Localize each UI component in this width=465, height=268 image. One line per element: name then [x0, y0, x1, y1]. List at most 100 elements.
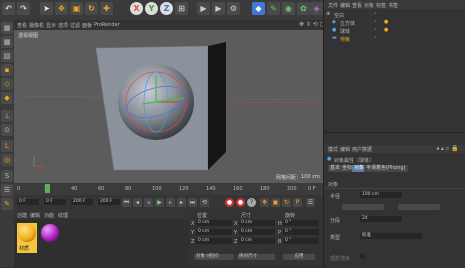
object-menu-edit[interactable]: 编辑	[340, 2, 350, 9]
type-select[interactable]: 标准	[360, 233, 422, 239]
timeline-ruler[interactable]: 020406080100120140160180200 0 F	[14, 183, 323, 195]
attr-menu-edit[interactable]: 编辑	[340, 146, 350, 153]
position-x-field[interactable]: 0 cm	[196, 220, 232, 226]
attr-menu-userdata[interactable]: 用户数据	[352, 146, 372, 153]
workplane-icon[interactable]: L	[1, 140, 13, 152]
select-arrow-icon[interactable]: ➤	[40, 2, 53, 15]
viewport-nav-icons[interactable]: ✥ ⇕ ⟲ ▢	[299, 21, 325, 28]
snap-icon[interactable]: ◎	[1, 154, 13, 166]
material-item-selected[interactable]: 材质	[17, 223, 37, 253]
material-menu-texture[interactable]: 纹理	[58, 212, 68, 219]
y-axis-button[interactable]: Y	[145, 2, 158, 15]
previous-key-icon[interactable]: ◂	[133, 198, 142, 207]
attr-tab-phong[interactable]: 平滑着色(Phong)	[364, 165, 408, 172]
attr-nav-icons[interactable]: ◂ ▴ ⌕ 🔒	[436, 145, 459, 153]
array-icon[interactable]: ✿	[297, 2, 310, 15]
perspective-viewport[interactable]: 透视视图 网格间距： 100 cm	[14, 30, 323, 183]
timeline-playhead[interactable]	[45, 184, 50, 193]
record-icon[interactable]: ●	[225, 198, 234, 207]
keyframe-selection-icon[interactable]: ?	[247, 198, 256, 207]
deformer-icon[interactable]: ◈	[310, 2, 323, 15]
object-menu-tag[interactable]: 标签	[376, 2, 386, 9]
visibility-dots-icon[interactable]: ⁚ ✓	[370, 19, 377, 25]
make-editable-icon[interactable]: ▦	[1, 22, 13, 34]
max-frame-field[interactable]: 200 F	[98, 199, 120, 205]
play-icon[interactable]: ▶	[155, 198, 164, 207]
material-tag-icon[interactable]: ●	[384, 27, 388, 33]
cube-icon[interactable]: ◆	[252, 2, 265, 15]
object-row[interactable]: ⊕ 空白 ⁚ ✓	[326, 11, 462, 19]
previous-frame-icon[interactable]: ◃	[144, 198, 153, 207]
model-mode-icon[interactable]: ▩	[1, 36, 13, 48]
key-parameter-icon[interactable]: P	[293, 198, 302, 207]
recent-tools-icon[interactable]: ✚	[100, 2, 113, 15]
visibility-dots-icon[interactable]: ⁚ ✓	[370, 35, 377, 41]
viewport-menu-options[interactable]: 选项	[58, 22, 68, 29]
key-rotation-icon[interactable]: ↻	[282, 198, 291, 207]
rotate-icon[interactable]: ↻	[85, 2, 98, 15]
viewport-menu-panel[interactable]: 面板	[82, 22, 92, 29]
size-x-field[interactable]: 0 cm	[239, 220, 275, 226]
paint-icon[interactable]: ✎	[1, 198, 13, 210]
key-scale-icon[interactable]: ▣	[271, 198, 280, 207]
attr-button-left[interactable]	[342, 204, 384, 210]
key-position-icon[interactable]: ✥	[260, 198, 269, 207]
autokey-icon[interactable]: ●	[236, 198, 245, 207]
next-key-icon[interactable]: ▸	[177, 198, 186, 207]
material-menu-function[interactable]: 功能	[44, 212, 54, 219]
render-checkbox[interactable]	[360, 254, 365, 259]
go-to-start-icon[interactable]: ⏮	[122, 198, 131, 207]
points-mode-icon[interactable]: ▪	[1, 64, 13, 76]
start-frame-field[interactable]: 0 F	[17, 199, 39, 205]
polygons-mode-icon[interactable]: ◆	[1, 92, 13, 104]
object-menu-object[interactable]: 对象	[364, 2, 374, 9]
x-axis-button[interactable]: X	[130, 2, 143, 15]
rotation-b-field[interactable]: 0 °	[283, 238, 319, 244]
visibility-dots-icon[interactable]: ⁚ ✓	[370, 11, 377, 17]
rotation-p-field[interactable]: 0 °	[283, 229, 319, 235]
viewport-menu-prorender[interactable]: ProRender	[94, 22, 120, 28]
position-z-field[interactable]: 0 cm	[196, 238, 232, 244]
min-frame-field[interactable]: 0 F	[44, 199, 66, 205]
viewport-menu-view[interactable]: 查看	[17, 22, 27, 29]
position-y-field[interactable]: 0 cm	[196, 229, 232, 235]
size-y-field[interactable]: 0 cm	[239, 229, 275, 235]
attr-menu-mode[interactable]: 模式	[328, 146, 338, 153]
redo-icon[interactable]: ↷	[17, 2, 30, 15]
material-tag-icon[interactable]: ●	[384, 19, 388, 25]
timeline-menu-icon[interactable]: ☰	[306, 198, 315, 207]
object-menu-file[interactable]: 文件	[328, 2, 338, 9]
scale-icon[interactable]: ▣	[70, 2, 83, 15]
tweak-mode-icon[interactable]: ⊙	[1, 124, 13, 136]
viewport-menu-cameras[interactable]: 摄像机	[29, 22, 44, 29]
size-z-field[interactable]: 0 cm	[239, 238, 275, 244]
edges-mode-icon[interactable]: ◇	[1, 78, 13, 90]
apply-button[interactable]: 应用	[283, 254, 315, 260]
coordinate-system-icon[interactable]: ⊞	[175, 2, 188, 15]
next-frame-icon[interactable]: ▹	[166, 198, 175, 207]
render-picture-viewer-icon[interactable]: ▶	[212, 2, 225, 15]
axis-mode-icon[interactable]: ⊥	[1, 110, 13, 122]
segments-field[interactable]: 24	[360, 216, 402, 222]
rotation-h-field[interactable]: 0 °	[283, 220, 319, 226]
end-frame-field[interactable]: 200 F	[71, 199, 93, 205]
viewport-menu-filter[interactable]: 过滤	[70, 22, 80, 29]
texture-mode-icon[interactable]: ▧	[1, 50, 13, 62]
object-row[interactable]: ◆ 立方体 ⁚ ✓ ●	[326, 19, 462, 27]
attr-button-right[interactable]	[398, 204, 440, 210]
undo-icon[interactable]: ↶	[2, 2, 15, 15]
subdivision-icon[interactable]: ◉	[282, 2, 295, 15]
object-menu-bookmark[interactable]: 书签	[388, 2, 398, 9]
radius-field[interactable]: 100 cm	[360, 192, 402, 198]
render-view-icon[interactable]: ▶	[197, 2, 210, 15]
object-row[interactable]: ● 球体 ⁚ ✓ ●	[326, 27, 462, 35]
go-to-end-icon[interactable]: ⏭	[188, 198, 197, 207]
material-menu-edit[interactable]: 编辑	[30, 212, 40, 219]
move-icon[interactable]: ✥	[55, 2, 68, 15]
viewport-menu-display[interactable]: 显示	[46, 22, 56, 29]
object-menu-view[interactable]: 查看	[352, 2, 362, 9]
material-menu-create[interactable]: 创建	[17, 212, 27, 219]
render-settings-icon[interactable]: ⚙	[227, 2, 240, 15]
lock-workplane-icon[interactable]: ☰	[1, 184, 13, 196]
loop-icon[interactable]: ⟲	[200, 198, 209, 207]
